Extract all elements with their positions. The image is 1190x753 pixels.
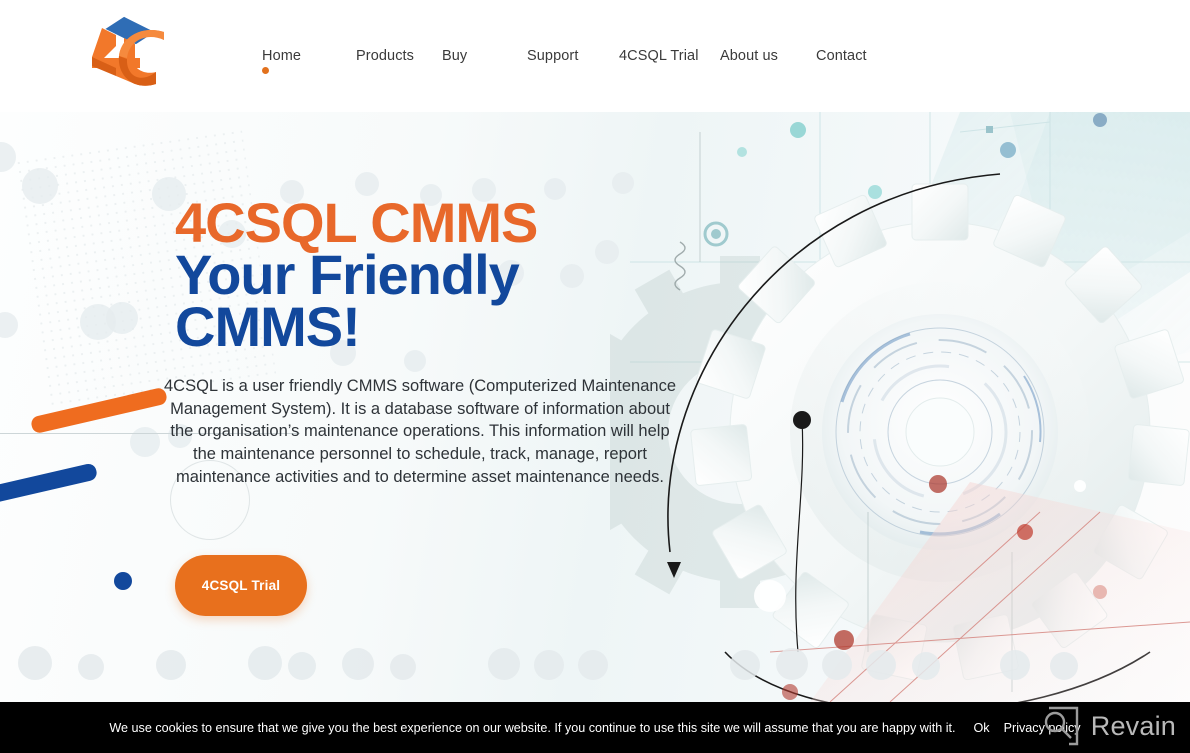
hero-decor-circle: [730, 650, 760, 680]
hero-cta-4csql-trial-button[interactable]: 4CSQL Trial: [175, 555, 307, 616]
main-navigation: Home Products Buy Support 4CSQL Trial Ab…: [262, 0, 906, 112]
hero-decor-circle: [1050, 652, 1078, 680]
cookie-ok-button[interactable]: Ok: [974, 721, 990, 735]
hero-decor-circle: [866, 650, 896, 680]
hero-content: 4CSQL CMMS Your Friendly CMMS! 4CSQL is …: [0, 112, 700, 702]
nav-item-home-label: Home: [262, 47, 302, 64]
nav-item-buy[interactable]: Buy: [442, 49, 467, 64]
hero-decor-circle: [822, 650, 852, 680]
cookie-banner-inner: We use cookies to ensure that we give yo…: [109, 721, 1080, 735]
hero-headline-line-3: CMMS!: [175, 295, 361, 358]
nav-item-home[interactable]: Home: [262, 47, 302, 74]
site-logo[interactable]: [76, 12, 172, 100]
hero-headline-line-1: 4CSQL CMMS: [175, 191, 538, 254]
cookie-consent-banner: We use cookies to ensure that we give yo…: [0, 702, 1190, 753]
nav-slot-6: Contact: [816, 49, 906, 64]
site-header: Home Products Buy Support 4CSQL Trial Ab…: [0, 0, 1190, 112]
nav-slot-2: Buy: [442, 49, 527, 64]
hero-headline-line-2: Your Friendly: [175, 243, 520, 306]
hero-section: 4CSQL CMMS Your Friendly CMMS! 4CSQL is …: [0, 112, 1190, 702]
cookie-privacy-policy-link[interactable]: Privacy policy: [1004, 721, 1081, 735]
nav-item-contact[interactable]: Contact: [816, 49, 867, 64]
nav-item-about-us[interactable]: About us: [720, 49, 778, 64]
nav-active-indicator-dot: [262, 66, 269, 74]
hero-decor-circle: [1000, 650, 1030, 680]
nav-item-4csql-trial-label: 4CSQL Trial: [619, 47, 699, 64]
nav-slot-5: About us: [720, 49, 816, 64]
hero-paragraph: 4CSQL is a user friendly CMMS software (…: [163, 377, 676, 486]
nav-item-support[interactable]: Support: [527, 49, 579, 64]
hero-headline: 4CSQL CMMS Your Friendly CMMS!: [175, 191, 695, 358]
nav-item-4csql-trial[interactable]: 4CSQL Trial: [619, 49, 699, 64]
cookie-message: We use cookies to ensure that we give yo…: [109, 720, 956, 735]
hero-decor-circle: [776, 648, 808, 680]
nav-slot-1: Products: [356, 49, 442, 64]
logo-4c-icon: [92, 15, 164, 86]
page-root: Home Products Buy Support 4CSQL Trial Ab…: [0, 0, 1190, 753]
nav-item-contact-label: Contact: [816, 47, 867, 64]
nav-item-products[interactable]: Products: [356, 49, 414, 64]
nav-item-about-us-label: About us: [720, 47, 779, 64]
hero-decor-circle: [912, 652, 940, 680]
nav-item-support-label: Support: [527, 47, 579, 64]
nav-slot-3: Support: [527, 49, 619, 64]
nav-item-buy-label: Buy: [442, 47, 468, 64]
nav-slot-4: 4CSQL Trial: [619, 49, 720, 64]
nav-slot-0: Home: [262, 47, 356, 74]
nav-item-products-label: Products: [356, 47, 415, 64]
